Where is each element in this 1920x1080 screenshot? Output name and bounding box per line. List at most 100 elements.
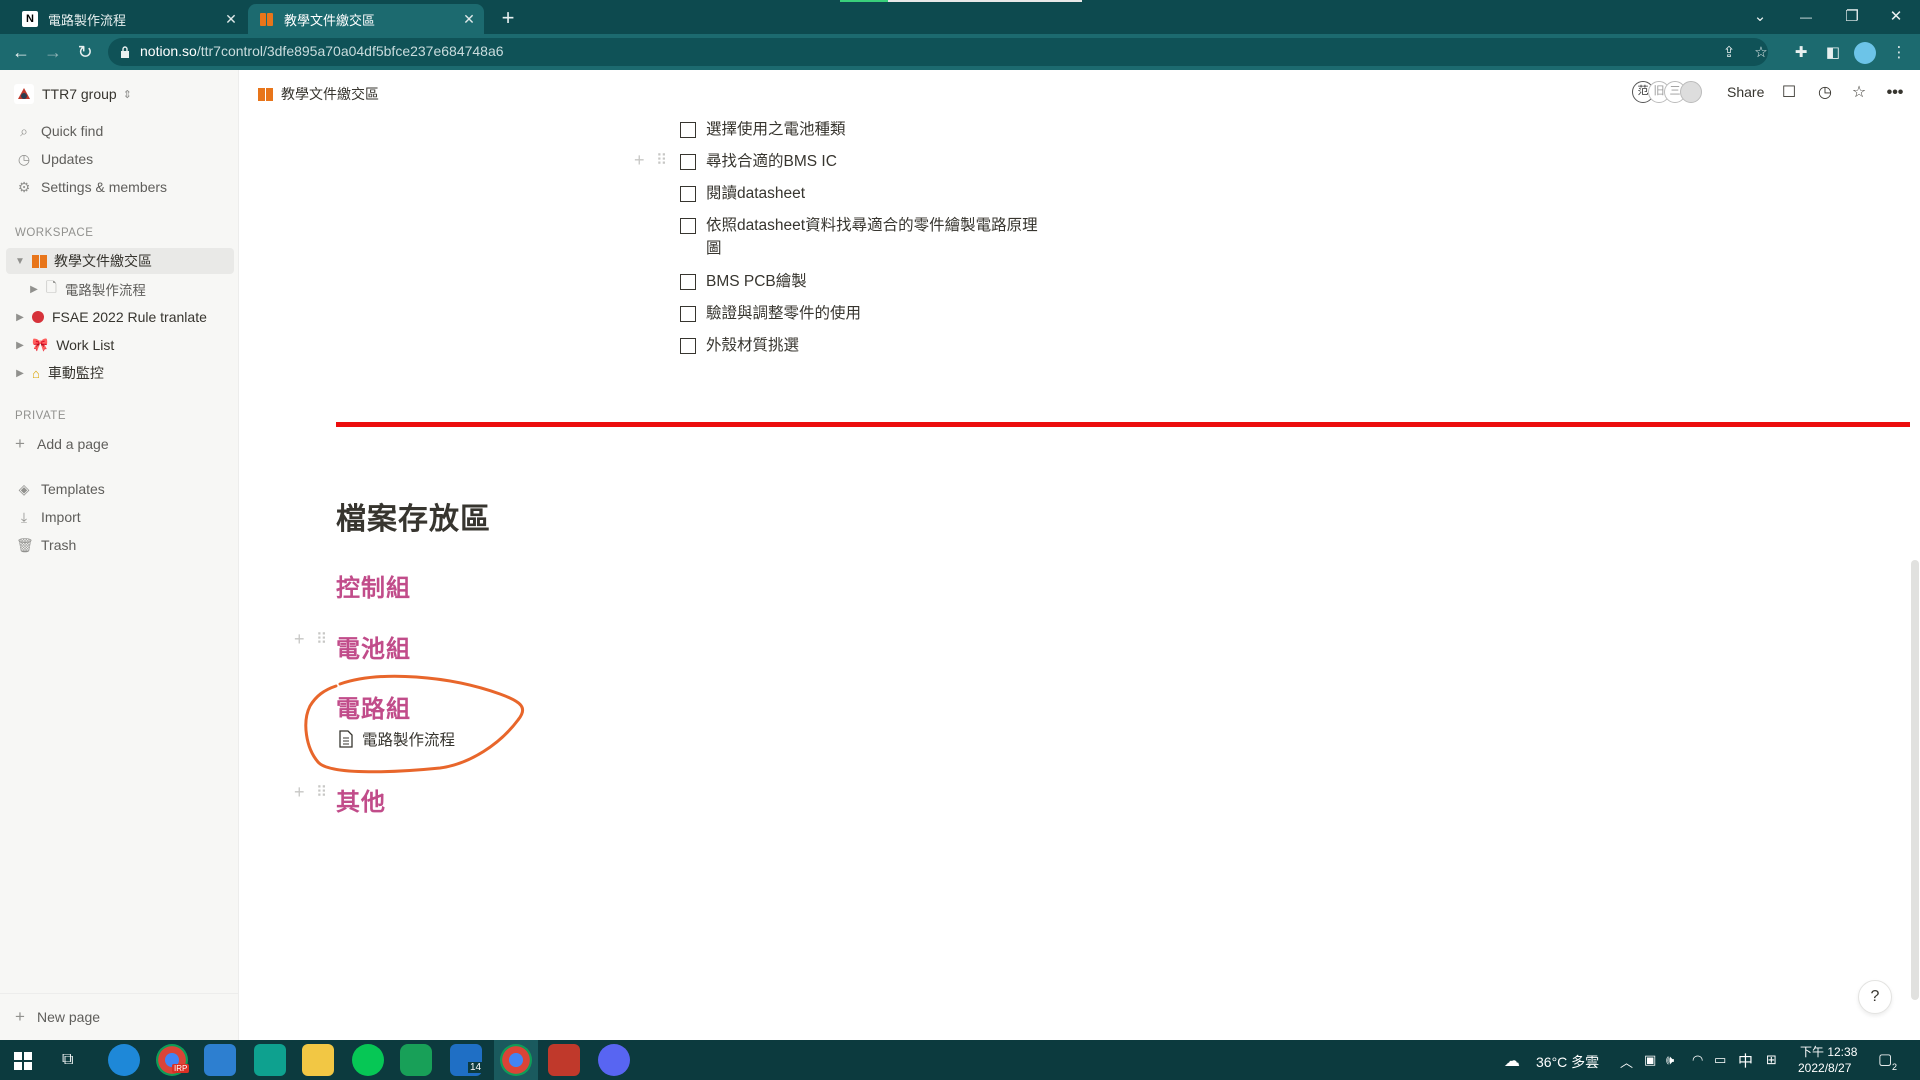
todo-text[interactable]: BMS PCB繪製 bbox=[706, 270, 1051, 293]
caret-right-icon[interactable]: ▶ bbox=[14, 340, 26, 351]
side-panel-icon[interactable]: ◧ bbox=[1822, 42, 1844, 64]
edge-icon[interactable] bbox=[108, 1044, 140, 1076]
tab-circuit-process[interactable]: N 電路製作流程 ✕ bbox=[14, 4, 246, 34]
group-heading-battery[interactable]: 電池組 bbox=[336, 629, 411, 664]
reload-icon[interactable]: ↻ bbox=[72, 40, 98, 64]
group-heading-control[interactable]: 控制組 bbox=[336, 568, 411, 603]
profile-avatar-icon[interactable] bbox=[1854, 42, 1876, 64]
weather-text[interactable]: 36°C 多雲 bbox=[1536, 1052, 1599, 1072]
caret-right-icon[interactable]: ▶ bbox=[14, 312, 26, 323]
caret-right-icon[interactable]: ▶ bbox=[14, 368, 26, 379]
workspace-switcher[interactable]: TTR7 group ⇕ bbox=[0, 81, 239, 107]
sidebar-item-circuit-process[interactable]: ▶ 🗋 電路製作流程 bbox=[0, 276, 239, 302]
checkbox[interactable] bbox=[680, 122, 696, 138]
help-button[interactable]: ? bbox=[1858, 980, 1892, 1014]
todo-text[interactable]: 選擇使用之電池種類 bbox=[706, 118, 1051, 141]
todo-text[interactable]: 尋找合適的BMS IC bbox=[706, 150, 1051, 173]
line-icon[interactable] bbox=[352, 1044, 384, 1076]
new-page-button[interactable]: + New page bbox=[0, 1004, 239, 1030]
notes-app-icon[interactable] bbox=[400, 1044, 432, 1076]
tray-app-icon[interactable]: ▣ bbox=[1644, 1052, 1656, 1068]
section-heading[interactable]: 檔案存放區 bbox=[336, 494, 491, 538]
checkbox[interactable] bbox=[680, 306, 696, 322]
clock-time[interactable]: 下午 12:38 bbox=[1800, 1043, 1857, 1060]
add-block-plus-icon[interactable]: + bbox=[634, 150, 645, 171]
sidebar-trash[interactable]: 🗑 Trash bbox=[0, 532, 239, 558]
close-window-button[interactable]: ✕ bbox=[1876, 4, 1916, 30]
todo-item[interactable]: 閱讀datasheet bbox=[680, 182, 1051, 205]
extensions-icon[interactable]: ✚ bbox=[1790, 42, 1812, 64]
notification-icon[interactable]: ▢ bbox=[1878, 1050, 1892, 1068]
checkbox[interactable] bbox=[680, 274, 696, 290]
sidebar-import[interactable]: ⤓ Import bbox=[0, 504, 239, 530]
ime-indicator[interactable]: 中 bbox=[1738, 1050, 1753, 1071]
restore-button[interactable]: ❐ bbox=[1832, 4, 1872, 30]
todo-item[interactable]: 驗證與調整零件的使用 bbox=[680, 302, 1051, 325]
tab-close-icon[interactable]: ✕ bbox=[222, 10, 240, 28]
sidebar-updates[interactable]: ◷ Updates bbox=[0, 146, 239, 172]
sidebar-quick-find[interactable]: ⌕ Quick find bbox=[0, 118, 239, 144]
back-arrow-icon[interactable]: ← bbox=[8, 40, 34, 64]
sidebar-item-work-list[interactable]: ▶ 🎀 Work List bbox=[0, 332, 239, 358]
todo-text[interactable]: 閱讀datasheet bbox=[706, 182, 1051, 205]
todo-text[interactable]: 外殼材質挑選 bbox=[706, 334, 1051, 357]
drag-handle-icon[interactable]: ⠿ bbox=[316, 783, 327, 801]
comments-icon[interactable]: ☐ bbox=[1778, 82, 1800, 104]
todo-item[interactable]: 選擇使用之電池種類 bbox=[680, 118, 1051, 141]
sidebar-item-vehicle-monitor[interactable]: ▶ ⌂ 車動監控 bbox=[0, 360, 239, 386]
task-view-icon[interactable]: ⧉ bbox=[62, 1051, 73, 1069]
arduino-icon[interactable] bbox=[254, 1044, 286, 1076]
sidebar-settings[interactable]: ⚙ Settings & members bbox=[0, 174, 239, 200]
add-block-plus-icon[interactable]: + bbox=[294, 782, 305, 803]
file-explorer-icon[interactable] bbox=[302, 1044, 334, 1076]
breadcrumb[interactable]: 教學文件繳交區 bbox=[258, 84, 379, 104]
checkbox[interactable] bbox=[680, 218, 696, 234]
favorite-star-icon[interactable]: ☆ bbox=[1848, 82, 1870, 104]
tab-teaching-docs[interactable]: 教學文件繳交區 ✕ bbox=[248, 4, 484, 34]
checkbox[interactable] bbox=[680, 186, 696, 202]
sidebar-item-teaching-docs[interactable]: ▼ 教學文件繳交區 bbox=[0, 248, 239, 274]
weather-cloud-icon[interactable]: ☁ bbox=[1504, 1051, 1520, 1071]
checkbox[interactable] bbox=[680, 338, 696, 354]
group-heading-other[interactable]: 其他 bbox=[336, 782, 386, 817]
share-button[interactable]: Share bbox=[1727, 84, 1764, 100]
drag-handle-icon[interactable]: ⠿ bbox=[656, 151, 667, 169]
caret-right-icon[interactable]: ▶ bbox=[28, 284, 40, 295]
discord-icon[interactable] bbox=[598, 1044, 630, 1076]
share-page-icon[interactable]: ⇪ bbox=[1718, 42, 1740, 64]
tray-chevron-up-icon[interactable]: ︿ bbox=[1620, 1052, 1633, 1071]
add-page-button[interactable]: + Add a page bbox=[0, 431, 239, 457]
sidebar-item-fsae-rule[interactable]: ▶ FSAE 2022 Rule tranlate bbox=[0, 304, 239, 330]
wifi-icon[interactable]: ◠ bbox=[1692, 1052, 1703, 1068]
chrome-active-icon[interactable] bbox=[500, 1044, 532, 1076]
battery-icon[interactable]: ▭ bbox=[1714, 1052, 1726, 1068]
add-block-plus-icon[interactable]: + bbox=[294, 629, 305, 650]
ime-mode-icon[interactable]: ⊞ bbox=[1766, 1052, 1777, 1068]
lock-icon[interactable] bbox=[120, 46, 130, 58]
todo-item[interactable]: 外殼材質挑選 bbox=[680, 334, 1051, 357]
checkbox[interactable] bbox=[680, 154, 696, 170]
bookmark-star-icon[interactable]: ☆ bbox=[1750, 42, 1772, 64]
clock-date[interactable]: 2022/8/27 bbox=[1798, 1061, 1851, 1075]
todo-text[interactable]: 依照datasheet資料找尋適合的零件繪製電路原理圖 bbox=[706, 214, 1051, 260]
minimize-button[interactable]: — bbox=[1786, 4, 1826, 30]
todo-item[interactable]: 尋找合適的BMS IC bbox=[680, 150, 1051, 173]
browser-menu-icon[interactable]: ⋮ bbox=[1888, 42, 1910, 64]
scrollbar[interactable] bbox=[1911, 560, 1919, 1000]
tab-close-icon[interactable]: ✕ bbox=[460, 10, 478, 28]
sidebar-templates[interactable]: ◈ Templates bbox=[0, 476, 239, 502]
forward-arrow-icon[interactable]: → bbox=[40, 40, 66, 64]
windows-start-icon[interactable] bbox=[14, 1052, 32, 1070]
collaborator-avatar-icon[interactable] bbox=[1680, 81, 1702, 103]
volume-icon[interactable]: 🕪 bbox=[1666, 1052, 1674, 1068]
history-clock-icon[interactable]: ◷ bbox=[1814, 82, 1836, 104]
store-icon[interactable] bbox=[204, 1044, 236, 1076]
todo-item[interactable]: 依照datasheet資料找尋適合的零件繪製電路原理圖 bbox=[680, 214, 1051, 260]
drag-handle-icon[interactable]: ⠿ bbox=[316, 630, 327, 648]
caret-down-icon[interactable]: ▼ bbox=[14, 256, 26, 267]
todo-item[interactable]: BMS PCB繪製 bbox=[680, 270, 1051, 293]
url-text[interactable]: notion.so/ttr7control/3dfe895a70a04df5bf… bbox=[140, 43, 504, 59]
more-options-icon[interactable]: ••• bbox=[1884, 82, 1906, 104]
tab-search-button[interactable]: ⌄ bbox=[1740, 4, 1780, 30]
altium-icon[interactable] bbox=[548, 1044, 580, 1076]
